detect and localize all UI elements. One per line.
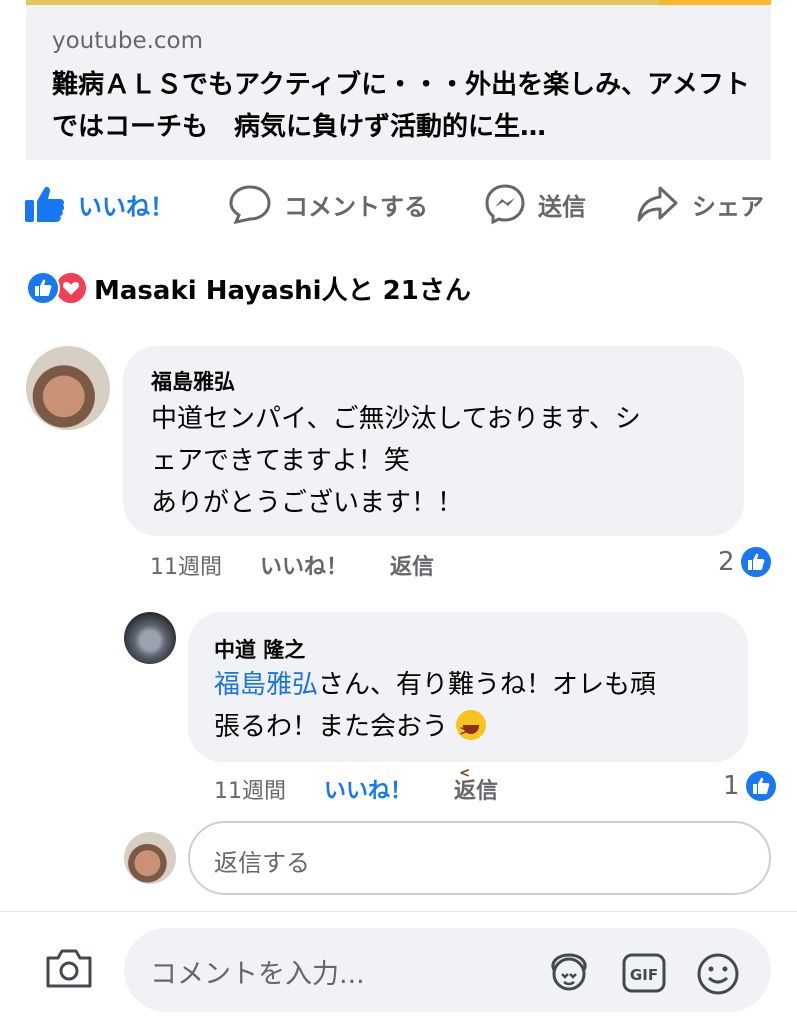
comment-label: コメントする — [284, 192, 428, 221]
avatar-sticker-icon[interactable] — [544, 952, 594, 996]
comment-reply-link[interactable]: 返信 — [390, 549, 434, 581]
comment-composer: コメントを入力... GIF — [0, 911, 797, 1024]
gif-icon[interactable]: GIF — [621, 952, 667, 998]
reply-body: 福島雅弘さん、有り難うね！オレも頑 張るわ！また会おう — [214, 664, 734, 795]
avatar — [124, 832, 176, 884]
share-arrow-icon — [636, 184, 680, 224]
comment-body-line: ありがとうございます！！ — [151, 488, 464, 518]
reactions-summary-text: Masaki Hayashi人と 21さん — [94, 275, 471, 306]
like-button[interactable]: いいね！ — [24, 172, 174, 236]
comment-author[interactable]: 福島雅弘 — [151, 366, 235, 396]
reply-timestamp: 11週間 — [214, 779, 286, 804]
avatar[interactable] — [26, 346, 110, 430]
comment-bubble[interactable]: 福島雅弘 中道センパイ、ご無沙汰しております、シ ェアできてますよ！笑 ありがと… — [123, 346, 744, 536]
laughing-emoji-icon — [456, 710, 487, 795]
comment-like-count[interactable]: 2 — [718, 545, 773, 579]
link-title[interactable]: 難病ＡＬＳでもアクティブに・・・外出を楽しみ、アメフトではコーチも 病気に負けず… — [52, 64, 752, 148]
svg-text:GIF: GIF — [630, 966, 658, 984]
reply-meta: 11週間 いいね！ 返信 — [214, 773, 498, 805]
avatar[interactable] — [124, 612, 176, 664]
reply-reply-link[interactable]: 返信 — [454, 773, 498, 805]
comment-timestamp: 11週間 — [150, 555, 222, 580]
thumbs-up-icon — [24, 184, 66, 224]
camera-icon[interactable] — [44, 946, 94, 994]
reply-like-link[interactable]: いいね！ — [324, 773, 412, 805]
reply-body-text: さん、有り難うね！オレも頑 — [318, 670, 657, 700]
mention-link[interactable]: 福島雅弘 — [214, 670, 318, 700]
link-preview-card[interactable]: youtube.com 難病ＡＬＳでもアクティブに・・・外出を楽しみ、アメフトで… — [26, 0, 771, 160]
reply-bubble[interactable]: 中道 隆之 福島雅弘さん、有り難うね！オレも頑 張るわ！また会おう — [188, 612, 748, 795]
comment-button[interactable]: コメントする — [228, 172, 428, 236]
messenger-icon — [484, 183, 526, 225]
comment-body: 中道センパイ、ご無沙汰しております、シ ェアできてますよ！笑 ありがとうございま… — [151, 398, 731, 524]
like-label: いいね！ — [78, 192, 174, 221]
comment-like-link[interactable]: いいね！ — [260, 549, 348, 581]
like-badge-icon — [738, 545, 773, 579]
like-count-number: 1 — [723, 771, 740, 801]
like-count-number: 2 — [718, 547, 735, 577]
link-domain: youtube.com — [52, 28, 204, 54]
comment-bubble-icon — [228, 184, 272, 224]
link-preview-top-highlight — [659, 0, 771, 5]
comment-input-placeholder: コメントを入力... — [150, 959, 365, 990]
like-badge-icon — [743, 769, 778, 803]
emoji-smile-icon[interactable] — [696, 952, 740, 1000]
reply-like-count[interactable]: 1 — [723, 769, 778, 803]
comment-body-line: 中道センパイ、ご無沙汰しております、シ — [151, 404, 641, 434]
reply-author[interactable]: 中道 隆之 — [214, 634, 305, 664]
comment-meta: 11週間 いいね！ 返信 — [150, 549, 434, 581]
reply-input-placeholder: 返信する — [214, 849, 310, 877]
like-reaction-icon — [26, 271, 60, 305]
send-label: 送信 — [538, 192, 586, 221]
post-action-bar: いいね！ コメントする 送信 シェア — [0, 172, 797, 236]
reply-body-text: 張るわ！また会おう — [214, 712, 449, 742]
share-button[interactable]: シェア — [636, 172, 764, 236]
share-label: シェア — [692, 192, 764, 221]
reactions-summary[interactable]: Masaki Hayashi人と 21さん — [26, 268, 471, 308]
comment-body-line: ェアできてますよ！笑 — [151, 446, 410, 476]
comment-input[interactable]: コメントを入力... GIF — [124, 928, 771, 1012]
send-button[interactable]: 送信 — [484, 172, 586, 236]
reply-input[interactable]: 返信する — [188, 821, 771, 895]
